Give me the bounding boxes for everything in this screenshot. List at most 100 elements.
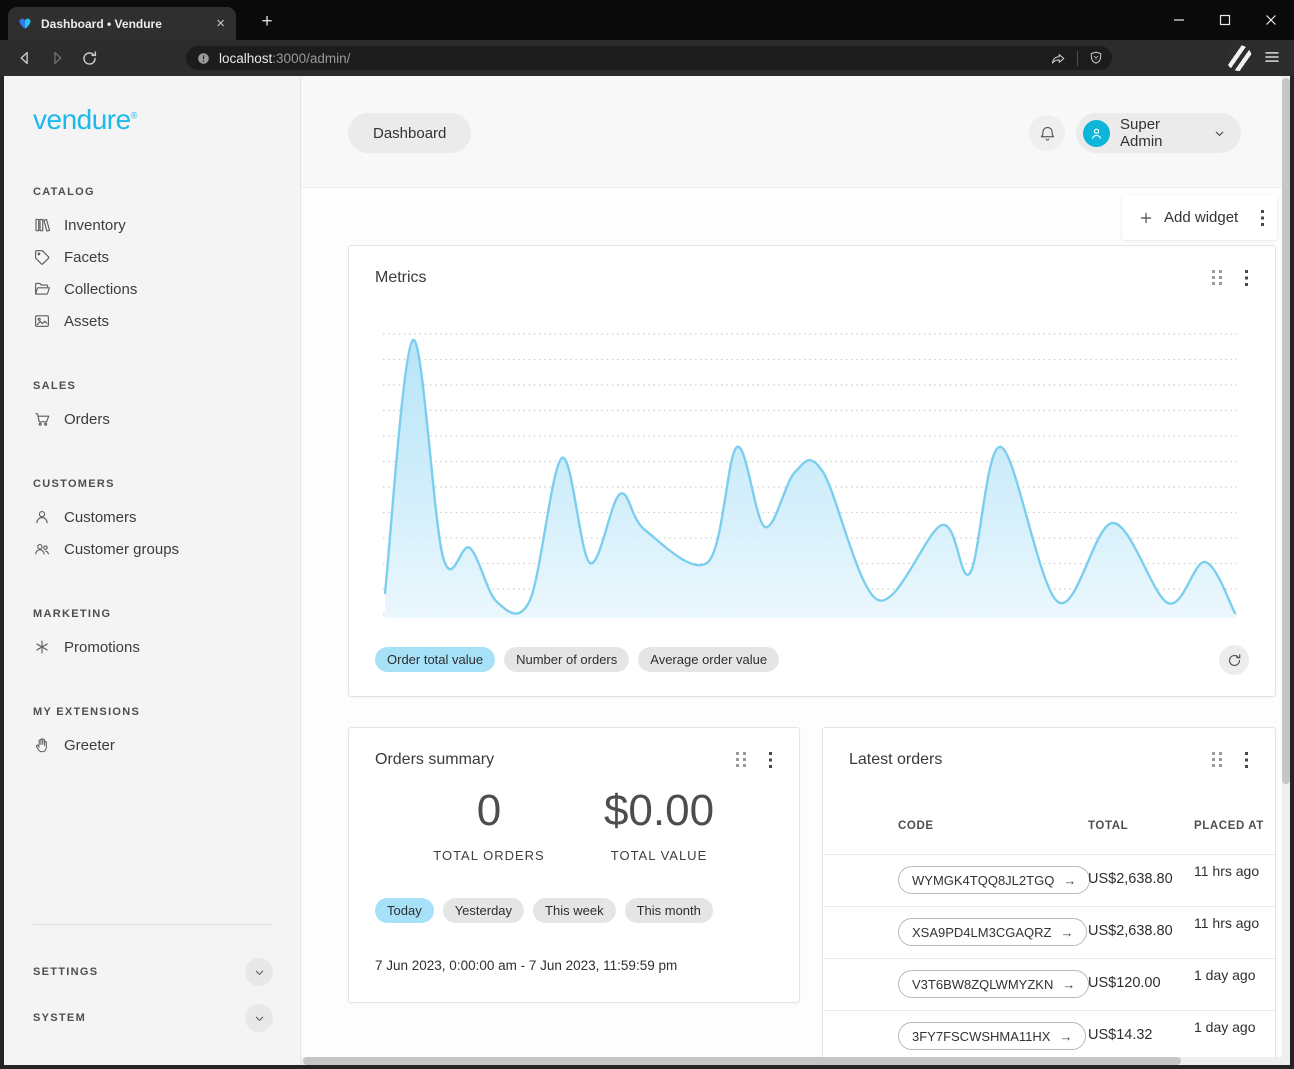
vertical-scrollbar[interactable] [1282,76,1290,1065]
sidebar-item-label: Promotions [64,639,140,656]
sidebar-item-customers[interactable]: Customers [33,501,273,533]
latest-orders-table: CODETOTALPLACED ATWYMGK4TQQ8JL2TGQ→US$2,… [823,728,1275,1057]
order-code-button[interactable]: XSA9PD4LM3CGAQRZ→ [898,918,1087,946]
order-row: V3T6BW8ZQLWMYZKN→US$120.001 day ago [823,958,1275,1010]
share-icon[interactable] [1050,50,1067,67]
sidebar-item-facets[interactable]: Facets [33,241,273,273]
site-info-icon[interactable] [196,51,211,66]
horizontal-scrollbar-thumb[interactable] [303,1057,1181,1065]
nav-section-customers: CUSTOMERSCustomersCustomer groups [33,478,273,565]
range-tab-this-week[interactable]: This week [533,898,616,923]
stat-label: TOTAL ORDERS [404,848,574,863]
range-tab-yesterday[interactable]: Yesterday [443,898,524,923]
reload-button[interactable] [76,45,102,71]
nav-section-sales: SALESOrders [33,380,273,435]
close-window-button[interactable] [1248,0,1294,40]
user-avatar [1083,120,1110,147]
image-icon [33,312,51,330]
drag-handle-icon[interactable] [736,752,747,768]
sidebar-item-collections[interactable]: Collections [33,273,273,305]
expand-button[interactable] [245,958,273,986]
sidebar-item-promotions[interactable]: Promotions [33,631,273,663]
kebab-menu-icon[interactable] [769,752,773,768]
order-code-button[interactable]: V3T6BW8ZQLWMYZKN→ [898,970,1089,998]
nav-section-heading: MY EXTENSIONS [33,706,273,718]
arrow-right-icon: → [1060,925,1073,940]
sidebar-group-system[interactable]: SYSTEM [33,995,273,1041]
sidebar-item-label: Facets [64,249,109,266]
arrow-right-icon: → [1062,977,1075,992]
latest-orders-widget: Latest orders CODETOTALPLACED ATWYMGK4TQ… [822,727,1276,1057]
order-code-button[interactable]: WYMGK4TQQ8JL2TGQ→ [898,866,1090,894]
sidebar-item-label: Customer groups [64,541,179,558]
sidebar-item-orders[interactable]: Orders [33,403,273,435]
forward-button[interactable] [44,45,70,71]
metrics-tab-average-order-value[interactable]: Average order value [638,647,779,672]
browser-titlebar: Dashboard • Vendure × + [0,0,1294,40]
breadcrumb[interactable]: Dashboard [348,113,471,153]
add-widget-button[interactable]: Add widget [1164,209,1251,226]
vendure-logo[interactable]: vendure® [33,104,273,136]
refresh-button[interactable] [1219,645,1249,675]
collapsed-section-label: SYSTEM [33,1012,86,1024]
maximize-button[interactable] [1202,0,1248,40]
refresh-icon [1226,652,1243,669]
plus-icon [1138,210,1154,226]
new-tab-button[interactable]: + [254,9,280,35]
cart-icon [33,410,51,428]
sidebar-item-assets[interactable]: Assets [33,305,273,337]
kebab-menu-icon[interactable] [1245,270,1249,286]
order-total: US$14.32 [1088,1027,1153,1043]
folder-icon [33,280,51,298]
stat-value: $0.00 [574,786,744,836]
bell-icon [1038,124,1057,143]
user-menu-button[interactable]: Super Admin [1076,113,1241,153]
browser-tab[interactable]: Dashboard • Vendure × [8,7,236,40]
order-code: 3FY7FSCWSHMA11HX [912,1029,1050,1044]
nav-section-catalog: CATALOGInventoryFacetsCollectionsAssets [33,186,273,337]
stat-value: 0 [404,786,574,836]
orders-summary-stats: 0 TOTAL ORDERS$0.00 TOTAL VALUE [349,786,799,863]
url-text: localhost:3000/admin/ [219,51,350,66]
metrics-chart [383,330,1237,622]
expand-button[interactable] [245,1004,273,1032]
order-code: WYMGK4TQQ8JL2TGQ [912,873,1054,888]
nav-section-marketing: MARKETING Promotions [33,608,273,663]
notifications-button[interactable] [1029,115,1065,151]
books-icon [33,216,51,234]
horizontal-scrollbar[interactable] [301,1057,1282,1065]
sidebar-item-customer-groups[interactable]: Customer groups [33,533,273,565]
nav-section-heading: MARKETING [33,608,273,620]
column-header-total: TOTAL [1088,820,1128,832]
order-code-button[interactable]: 3FY7FSCWSHMA11HX→ [898,1022,1086,1050]
brave-shield-icon[interactable] [1088,50,1104,66]
vertical-scrollbar-thumb[interactable] [1282,78,1290,784]
drag-handle-icon[interactable] [1212,270,1223,286]
user-icon [33,508,51,526]
column-header-code: CODE [898,820,934,832]
sidebar-item-inventory[interactable]: Inventory [33,209,273,241]
tab-close-icon[interactable]: × [214,16,227,31]
collapsed-section-label: SETTINGS [33,966,98,978]
browser-profile-avatar[interactable] [1226,45,1252,71]
nav-section-my-extensions: MY EXTENSIONS Greeter [33,706,273,761]
range-tab-this-month[interactable]: This month [625,898,713,923]
date-range-text: 7 Jun 2023, 0:00:00 am - 7 Jun 2023, 11:… [375,958,677,973]
kebab-menu-icon[interactable] [1261,210,1265,226]
back-button[interactable] [12,45,38,71]
order-placed-at: 1 day ago [1194,967,1276,985]
chevron-down-icon [1213,127,1226,140]
address-bar[interactable]: localhost:3000/admin/ [186,46,1112,70]
metrics-tab-order-total-value[interactable]: Order total value [375,647,495,672]
browser-menu-icon[interactable] [1263,48,1281,66]
range-tab-today[interactable]: Today [375,898,434,923]
add-widget-bar: Add widget [1122,195,1277,240]
sidebar-item-greeter[interactable]: Greeter [33,729,273,761]
order-total: US$2,638.80 [1088,923,1173,939]
sidebar-bottom: SETTINGS SYSTEM [33,924,273,1041]
stat-label: TOTAL VALUE [574,848,744,863]
minimize-button[interactable] [1156,0,1202,40]
metrics-tab-number-of-orders[interactable]: Number of orders [504,647,629,672]
sidebar-group-settings[interactable]: SETTINGS [33,949,273,995]
browser-window: Dashboard • Vendure × + localhost:3000/a… [0,0,1294,1069]
